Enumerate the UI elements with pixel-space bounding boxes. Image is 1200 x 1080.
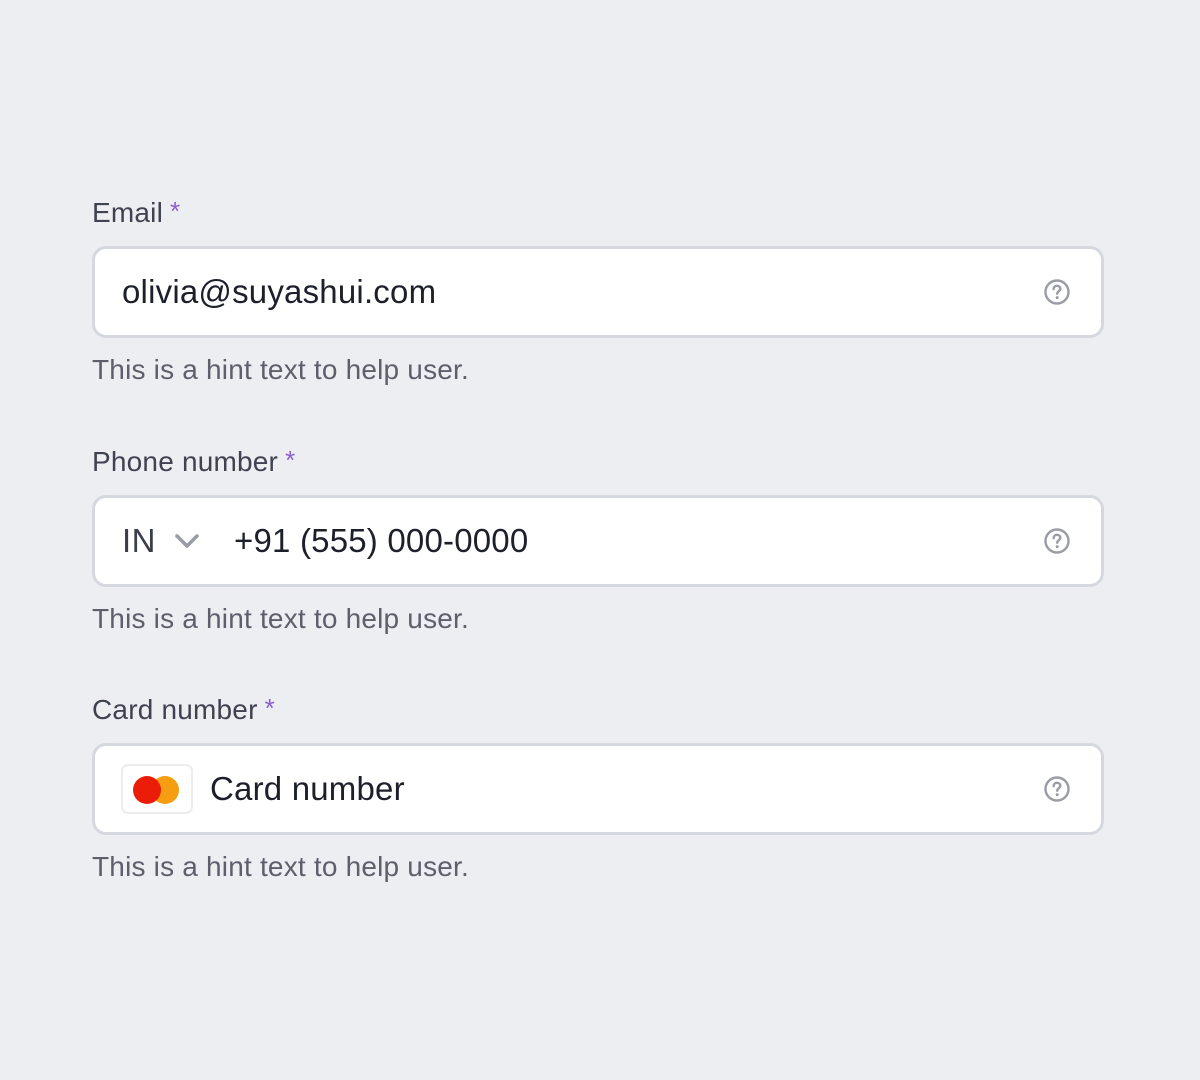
question-circle-icon[interactable] [1043,775,1071,803]
email-hint: This is a hint text to help user. [92,354,470,385]
required-asterisk: * [264,692,275,723]
phone-input-value[interactable]: +91 (555) 000-0000 [234,522,528,560]
card-label-row: Card number * [92,692,1104,726]
phone-hint: This is a hint text to help user. [92,603,470,634]
phone-label: Phone number [92,446,279,477]
required-asterisk: * [285,444,296,475]
phone-input[interactable]: IN +91 (555) 000-0000 [92,495,1104,587]
country-code-select[interactable]: IN [122,522,156,560]
card-hint: This is a hint text to help user. [92,851,470,882]
question-circle-icon[interactable] [1043,278,1071,306]
email-label: Email [92,197,164,228]
phone-label-row: Phone number * [92,444,1104,478]
question-circle-icon[interactable] [1043,527,1071,555]
card-field-group: Card number * Card number This is a hint… [92,692,1104,882]
chevron-down-icon[interactable] [172,531,202,551]
email-input-value[interactable]: olivia@suyashui.com [122,273,436,311]
mastercard-left-circle [133,776,161,804]
email-input[interactable]: olivia@suyashui.com [92,246,1104,338]
required-asterisk: * [170,195,181,226]
email-label-row: Email * [92,195,1104,229]
card-number-placeholder[interactable]: Card number [210,770,405,808]
email-field-group: Email * olivia@suyashui.com This is a hi… [92,195,1104,385]
mastercard-icon [121,764,193,814]
card-number-input[interactable]: Card number [92,743,1104,835]
card-label: Card number [92,694,258,725]
phone-field-group: Phone number * IN +91 (555) 000-0000 Thi… [92,444,1104,634]
